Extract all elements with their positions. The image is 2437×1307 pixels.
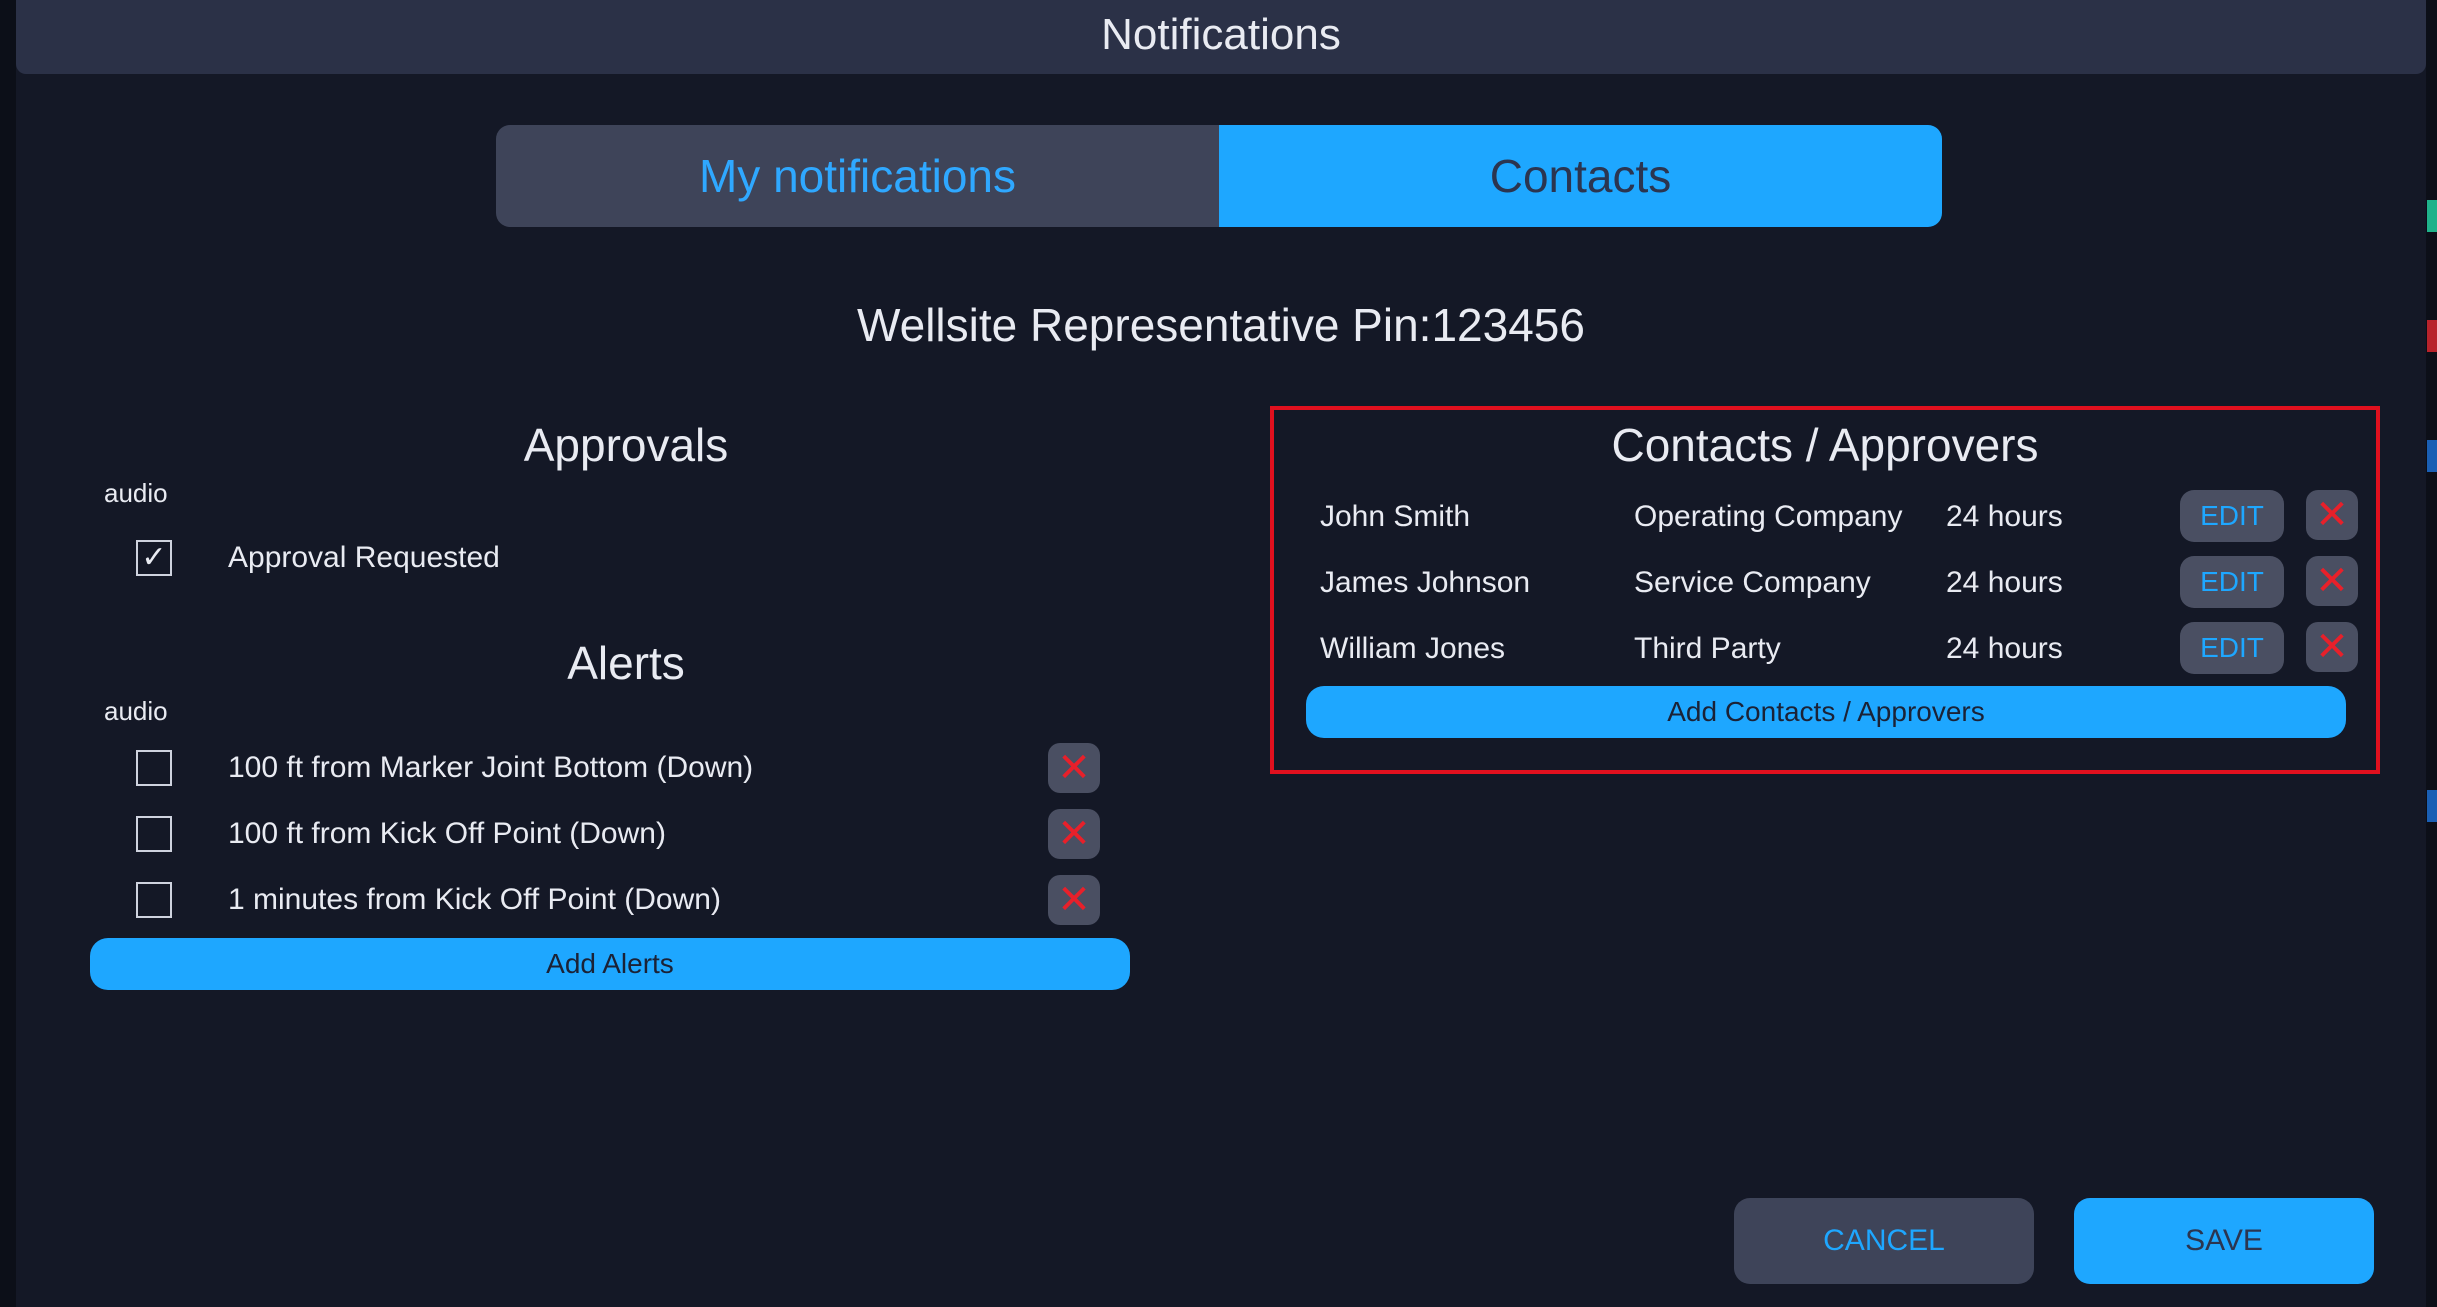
dialog-title: Notifications [1101,10,1341,59]
approval-row: ✓ Approval Requested [136,528,1096,588]
alert-label: 100 ft from Kick Off Point (Down) [228,817,666,850]
delete-alert-button[interactable]: ✕ [1048,809,1100,859]
delete-contact-button[interactable]: ✕ [2306,490,2358,540]
cancel-button[interactable]: CANCEL [1734,1198,2034,1284]
delete-alert-button[interactable]: ✕ [1048,743,1100,793]
close-icon: ✕ [2315,558,2349,604]
notifications-dialog: Notifications My notifications Contacts … [16,0,2426,1307]
contact-time-window: 24 hours [1946,566,2063,599]
contact-row: James Johnson Service Company 24 hours E… [1304,556,2364,612]
alert-label: 1 minutes from Kick Off Point (Down) [228,883,721,916]
contact-company: Third Party [1634,632,1781,665]
checkmark-icon: ✓ [141,540,167,575]
edit-contact-button[interactable]: EDIT [2180,622,2284,674]
close-icon: ✕ [1057,811,1091,857]
contact-company: Operating Company [1634,500,1903,533]
left-background-strip [0,0,16,1307]
tab-my-notifications[interactable]: My notifications [496,125,1219,227]
alert-row: 1 minutes from Kick Off Point (Down) ✕ [136,870,1100,930]
close-icon: ✕ [2315,624,2349,670]
contact-row: William Jones Third Party 24 hours EDIT … [1304,622,2364,678]
alert-label: 100 ft from Marker Joint Bottom (Down) [228,751,754,784]
right-marker-blue-2 [2427,790,2437,822]
delete-alert-button[interactable]: ✕ [1048,875,1100,925]
approval-checkbox[interactable]: ✓ [136,540,172,576]
contact-row: John Smith Operating Company 24 hours ED… [1304,490,2364,546]
alert-row: 100 ft from Kick Off Point (Down) ✕ [136,804,1100,864]
contact-time-window: 24 hours [1946,632,2063,665]
representative-pin: Wellsite Representative Pin:123456 [857,299,1585,351]
alerts-audio-label: audio [104,696,168,726]
alert-row: 100 ft from Marker Joint Bottom (Down) ✕ [136,738,1100,798]
delete-contact-button[interactable]: ✕ [2306,622,2358,672]
app-frame: Notifications My notifications Contacts … [0,0,2437,1307]
add-contacts-button[interactable]: Add Contacts / Approvers [1306,686,2346,738]
save-button[interactable]: SAVE [2074,1198,2374,1284]
contact-name: James Johnson [1320,566,1531,599]
contact-time-window: 24 hours [1946,500,2063,533]
contact-name: John Smith [1320,500,1471,533]
tab-bar: My notifications Contacts [496,125,1942,227]
contact-company: Service Company [1634,566,1871,599]
alert-checkbox[interactable] [136,882,172,918]
approvals-audio-label: audio [104,478,168,508]
dialog-titlebar: Notifications [16,0,2426,74]
contacts-heading: Contacts / Approvers [1611,419,2039,471]
delete-contact-button[interactable]: ✕ [2306,556,2358,606]
edit-contact-button[interactable]: EDIT [2180,556,2284,608]
right-marker-blue [2427,440,2437,472]
contact-name: William Jones [1320,632,1506,665]
edit-contact-button[interactable]: EDIT [2180,490,2284,542]
close-icon: ✕ [1057,745,1091,791]
alerts-heading: Alerts [567,637,685,689]
add-alerts-button[interactable]: Add Alerts [90,938,1130,990]
close-icon: ✕ [2315,492,2349,538]
close-icon: ✕ [1057,877,1091,923]
approval-label: Approval Requested [228,541,500,574]
tab-contacts[interactable]: Contacts [1219,125,1942,227]
approvals-heading: Approvals [523,419,729,471]
alert-checkbox[interactable] [136,816,172,852]
right-marker-green [2427,200,2437,232]
alert-checkbox[interactable] [136,750,172,786]
right-marker-red [2427,320,2437,352]
